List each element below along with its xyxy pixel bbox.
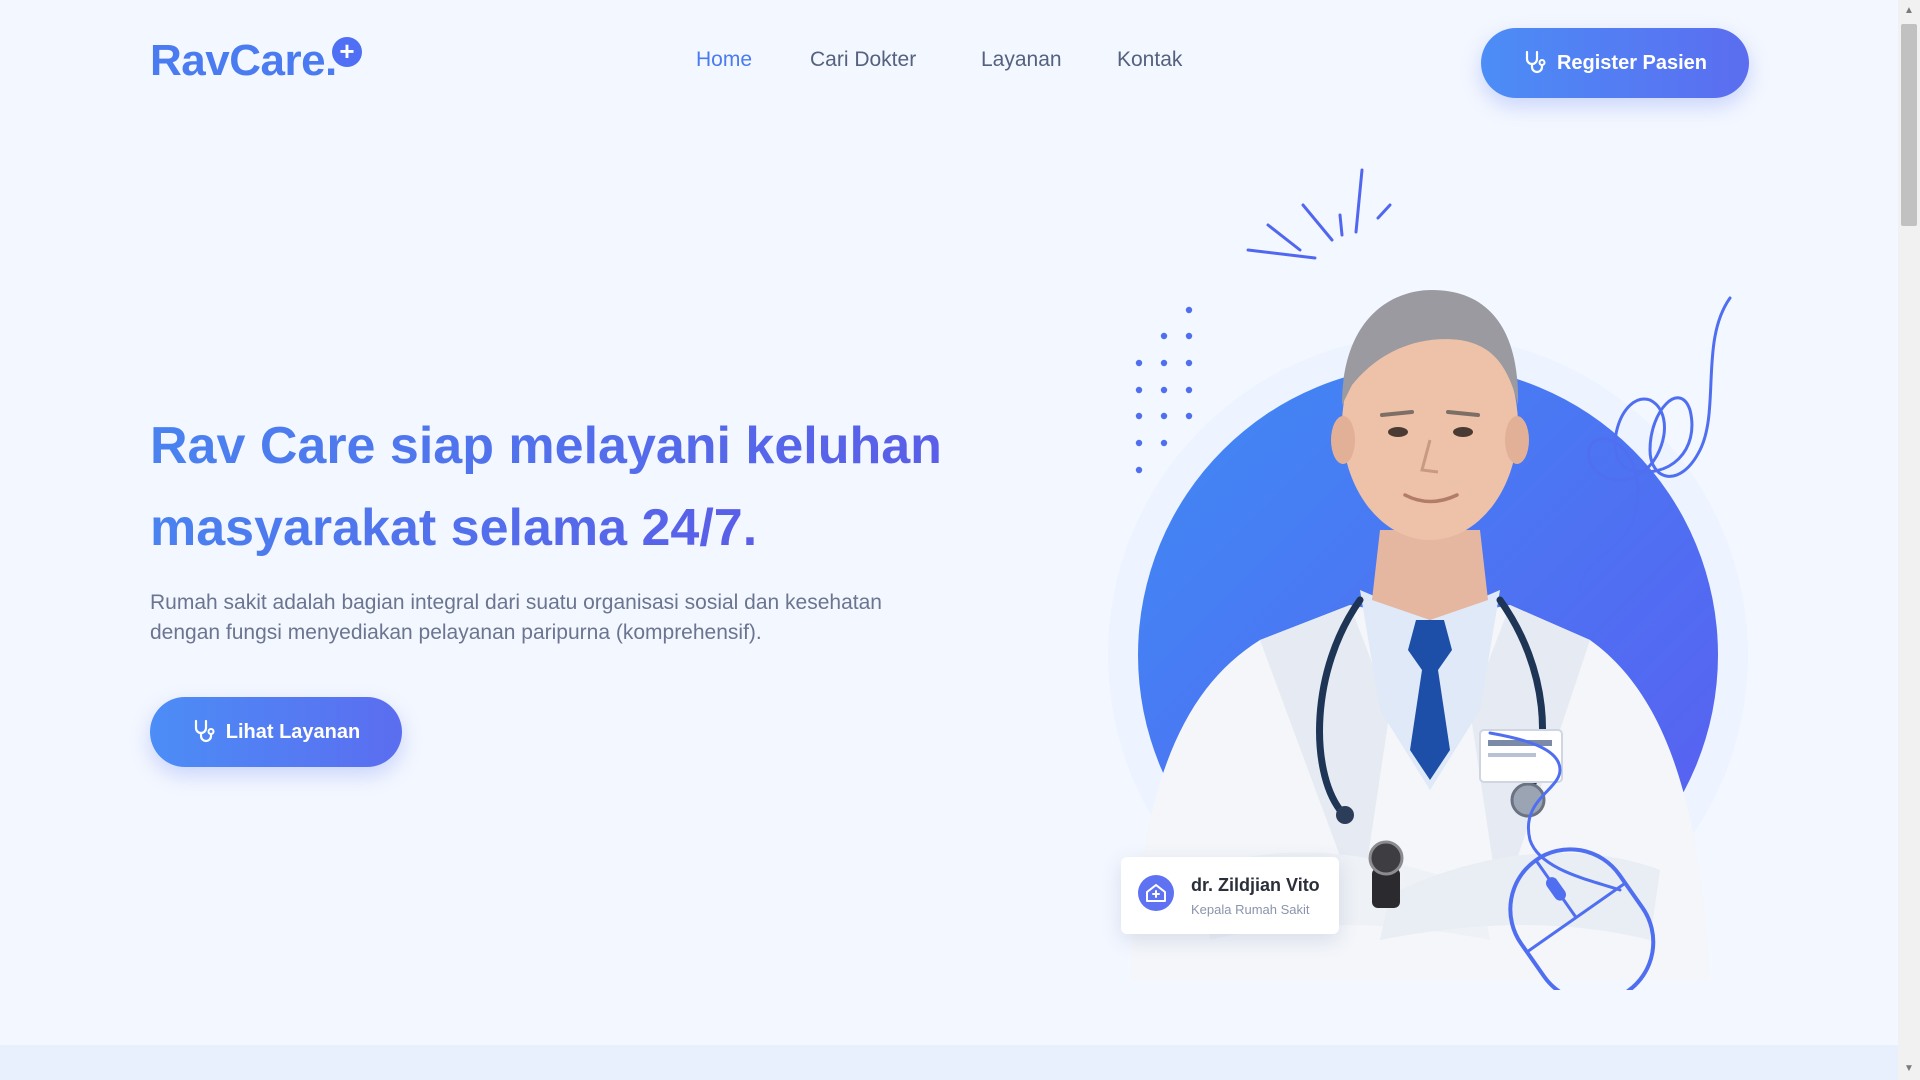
doctor-role: Kepala Rumah Sakit (1191, 902, 1310, 917)
hospital-icon (1138, 875, 1174, 911)
brand-logo[interactable]: RavCare. (150, 36, 337, 86)
dot-pattern (1135, 306, 1193, 474)
lihat-layanan-button[interactable]: Lihat Layanan (150, 697, 402, 767)
hero-title-line2: masyarakat selama 24/7. (150, 499, 758, 557)
scrollbar-thumb[interactable] (1901, 24, 1917, 226)
nav-link-home[interactable]: Home (696, 48, 752, 72)
hero-description-line2: dengan fungsi menyediakan pelayanan pari… (150, 621, 762, 644)
doctor-name: dr. Zildjian Vito (1191, 875, 1320, 895)
hero-description-line1: Rumah sakit adalah bagian integral dari … (150, 591, 882, 614)
nav-link-layanan[interactable]: Layanan (981, 48, 1062, 72)
register-pasien-label: Register Pasien (1556, 51, 1708, 74)
hero-title-line1: Rav Care siap melayani keluhan (150, 417, 942, 475)
vertical-scrollbar[interactable]: ▲ ▼ (1898, 0, 1920, 1080)
nav-link-cari-dokter[interactable]: Cari Dokter (810, 48, 916, 72)
stethoscope-icon (194, 719, 215, 743)
scroll-down-arrow-icon[interactable]: ▼ (1898, 1058, 1920, 1080)
scroll-up-arrow-icon[interactable]: ▲ (1898, 0, 1920, 22)
plus-icon: + (332, 37, 362, 67)
landing-page: RavCare. + Home Cari Dokter Layanan Kont… (0, 0, 1898, 1080)
hero-title: Rav Care siap melayani keluhan masyaraka… (150, 405, 1030, 569)
lihat-layanan-label: Lihat Layanan (225, 720, 361, 743)
stethoscope-icon (1525, 50, 1546, 74)
register-pasien-button[interactable]: Register Pasien (1481, 28, 1749, 98)
next-section-band (0, 1045, 1898, 1080)
nav-link-kontak[interactable]: Kontak (1117, 48, 1182, 72)
sparkle-lines (1246, 168, 1392, 260)
hero-description: Rumah sakit adalah bagian integral dari … (150, 588, 980, 648)
doctor-card: dr. Zildjian Vito Kepala Rumah Sakit (1121, 857, 1339, 934)
